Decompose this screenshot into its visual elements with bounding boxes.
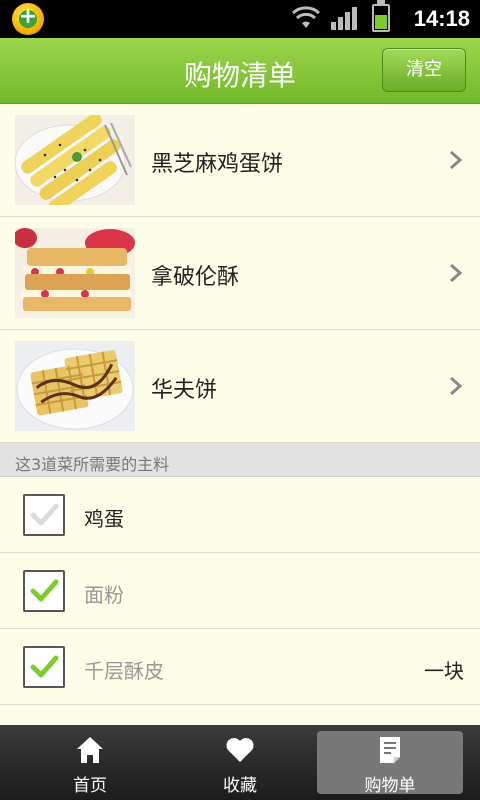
heart-icon (226, 738, 254, 762)
nav-shopping-list[interactable]: 购物单 (317, 731, 463, 796)
chevron-right-icon (450, 376, 463, 396)
app-notification-icon (12, 3, 44, 35)
checkmark-icon (30, 579, 59, 602)
bottom-navigation: 首页 收藏 购物单 (0, 725, 480, 800)
ingredient-name: 千层酥皮 (84, 659, 164, 683)
ingredient-item[interactable]: 千层酥皮 一块 (0, 629, 480, 705)
ingredient-list: 鸡蛋 面粉 千层酥皮 一块 (0, 477, 480, 705)
recipe-thumbnail-waffle (15, 341, 135, 431)
recipe-thumbnail-napoleon-pastry (15, 228, 135, 318)
ingredient-name: 鸡蛋 (84, 507, 124, 531)
shopping-list-icon (380, 737, 400, 763)
recipe-item[interactable]: 黑芝麻鸡蛋饼 (0, 104, 480, 217)
recipe-name: 拿破伦酥 (151, 265, 240, 290)
ingredient-checkbox[interactable] (23, 646, 65, 688)
recipe-thumbnail-sesame-egg-pancake (15, 115, 135, 205)
chevron-right-icon (450, 150, 463, 170)
nav-label: 购物单 (364, 776, 416, 796)
recipe-list: 黑芝麻鸡蛋饼 拿破伦酥 华夫饼 (0, 104, 480, 443)
section-title: 这3道菜所需要的主料 (15, 455, 170, 474)
checkmark-icon (30, 503, 59, 526)
chevron-right-icon (450, 263, 463, 283)
recipe-name: 华夫饼 (151, 378, 218, 403)
ingredient-item[interactable]: 面粉 (0, 553, 480, 629)
ingredient-item[interactable]: 鸡蛋 (0, 477, 480, 553)
clock: 14:18 (413, 6, 470, 31)
battery-icon (372, 0, 390, 32)
recipe-item[interactable]: 拿破伦酥 (0, 217, 480, 330)
ingredients-section-header: 这3道菜所需要的主料 (0, 443, 480, 477)
wifi-icon (292, 6, 320, 28)
status-bar: 14:18 (0, 0, 480, 38)
recipe-item[interactable]: 华夫饼 (0, 330, 480, 443)
ingredient-checkbox[interactable] (23, 570, 65, 612)
recipe-name: 黑芝麻鸡蛋饼 (151, 152, 284, 177)
ingredient-amount: 一块 (424, 659, 464, 683)
home-icon (77, 737, 103, 763)
nav-home[interactable]: 首页 (17, 731, 163, 796)
checkmark-icon (30, 655, 59, 678)
nav-favorites[interactable]: 收藏 (167, 731, 313, 796)
clear-button[interactable]: 清空 (382, 48, 466, 92)
title-bar: 购物清单 清空 (0, 38, 480, 104)
nav-label: 首页 (73, 776, 107, 796)
nav-label: 收藏 (223, 776, 257, 796)
signal-icon (331, 7, 357, 30)
ingredient-name: 面粉 (84, 583, 124, 607)
ingredient-checkbox[interactable] (23, 494, 65, 536)
